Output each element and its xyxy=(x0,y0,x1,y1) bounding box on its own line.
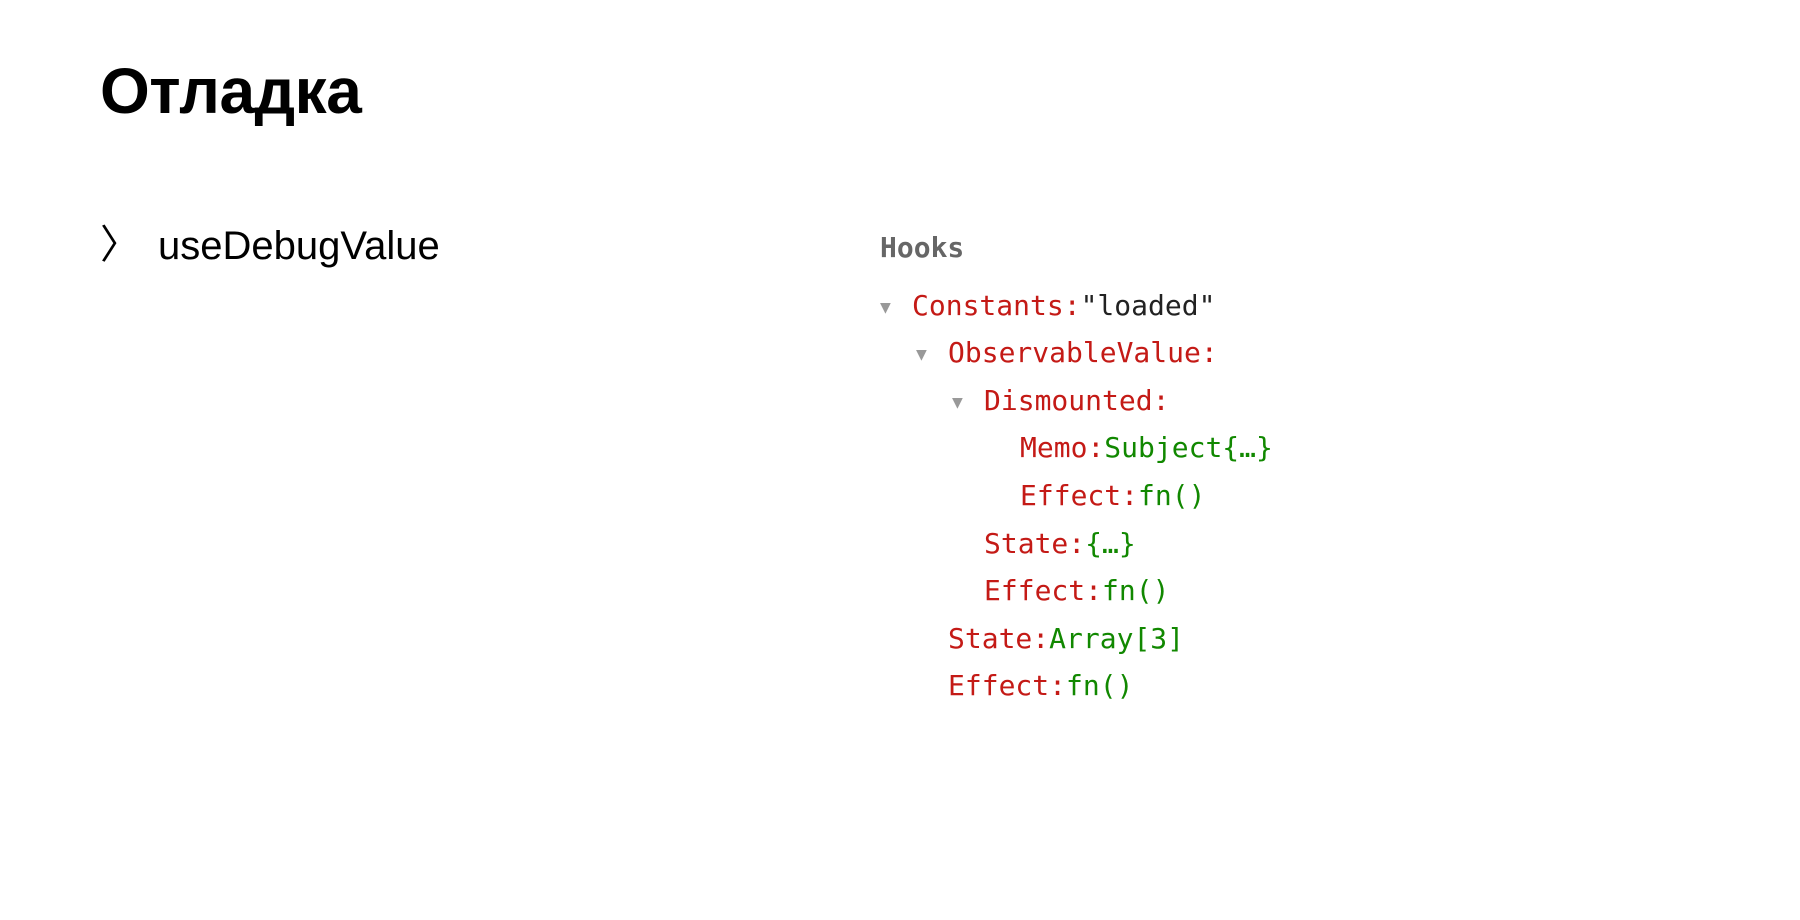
tree-value: Array[3] xyxy=(1049,615,1184,663)
tree-row[interactable]: ▼ObservableValue: xyxy=(880,329,1700,377)
tree-key: Effect: xyxy=(948,662,1066,710)
tree-key: State: xyxy=(984,520,1085,568)
caret-down-icon[interactable]: ▼ xyxy=(916,340,948,371)
hooks-tree: ▼Constants: "loaded"▼ObservableValue:▼Di… xyxy=(880,282,1700,710)
left-column: 〉 useDebugValue xyxy=(100,224,840,710)
tree-value: Subject{…} xyxy=(1104,424,1273,472)
tree-value: fn() xyxy=(1102,567,1169,615)
tree-row[interactable]: State: Array[3] xyxy=(880,615,1700,663)
tree-key: ObservableValue: xyxy=(948,329,1218,377)
bullet-label: useDebugValue xyxy=(158,224,440,269)
tree-row[interactable]: ▼Constants: "loaded" xyxy=(880,282,1700,330)
hooks-heading: Hooks xyxy=(880,224,1700,272)
tree-row[interactable]: ▼Dismounted: xyxy=(880,377,1700,425)
tree-row[interactable]: Effect: fn() xyxy=(880,662,1700,710)
tree-key: Constants: xyxy=(912,282,1081,330)
tree-key: Memo: xyxy=(1020,424,1104,472)
tree-row[interactable]: Effect: fn() xyxy=(880,472,1700,520)
tree-value: "loaded" xyxy=(1081,282,1216,330)
tree-row[interactable]: Memo: Subject{…} xyxy=(880,424,1700,472)
tree-value: {…} xyxy=(1085,520,1136,568)
tree-key: Effect: xyxy=(1020,472,1138,520)
page-title: Отладка xyxy=(100,54,1700,128)
tree-row[interactable]: Effect: fn() xyxy=(880,567,1700,615)
chevron-right-icon: 〉 xyxy=(100,225,140,265)
content-row: 〉 useDebugValue Hooks ▼Constants: "loade… xyxy=(100,224,1700,710)
tree-value: fn() xyxy=(1138,472,1205,520)
hooks-panel: Hooks ▼Constants: "loaded"▼ObservableVal… xyxy=(880,224,1700,710)
tree-key: Dismounted: xyxy=(984,377,1169,425)
bullet-item: 〉 useDebugValue xyxy=(100,224,840,269)
caret-down-icon[interactable]: ▼ xyxy=(952,388,984,419)
caret-down-icon[interactable]: ▼ xyxy=(880,293,912,324)
slide: Отладка 〉 useDebugValue Hooks ▼Constants… xyxy=(0,0,1800,920)
tree-key: Effect: xyxy=(984,567,1102,615)
tree-row[interactable]: State: {…} xyxy=(880,520,1700,568)
tree-key: State: xyxy=(948,615,1049,663)
tree-value: fn() xyxy=(1066,662,1133,710)
